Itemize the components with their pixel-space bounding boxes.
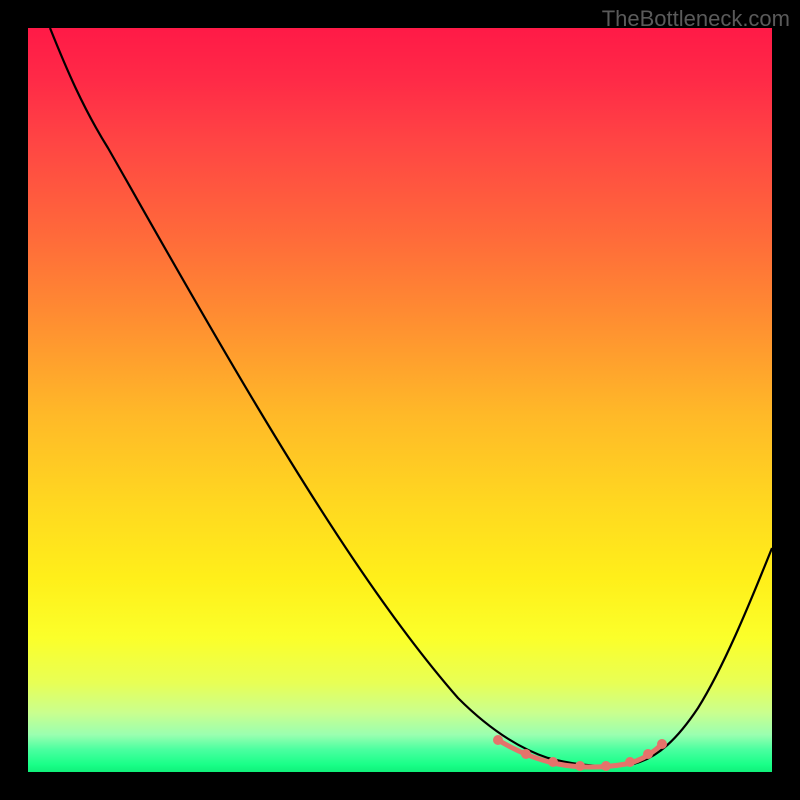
bottleneck-curve <box>50 28 772 766</box>
marker-dot <box>493 735 503 745</box>
chart-svg <box>28 28 772 772</box>
watermark-text: TheBottleneck.com <box>602 6 790 32</box>
marker-dot <box>601 761 611 771</box>
plot-area <box>28 28 772 772</box>
marker-dot <box>657 739 667 749</box>
marker-dot <box>575 761 585 771</box>
marker-dot <box>625 757 635 767</box>
marker-dot <box>521 749 531 759</box>
marker-dot <box>548 757 558 767</box>
marker-dot <box>643 749 653 759</box>
